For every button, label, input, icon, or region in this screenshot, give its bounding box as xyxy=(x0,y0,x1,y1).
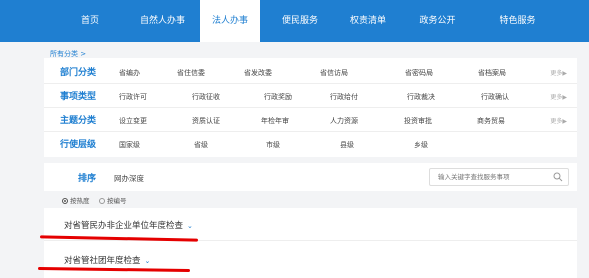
category-item[interactable]: 资质认证 xyxy=(192,116,220,126)
divider xyxy=(44,240,577,241)
more-link[interactable]: 更多▶ xyxy=(550,68,567,77)
nav-government-affairs[interactable]: 政务公开 xyxy=(405,0,470,42)
sort-deep-online[interactable]: 网办深度 xyxy=(114,173,144,184)
radio-label: 按编号 xyxy=(107,197,127,205)
search-icon[interactable] xyxy=(553,172,563,182)
category-item[interactable]: 省信访局 xyxy=(320,68,348,78)
category-item[interactable]: 人力资源 xyxy=(330,116,358,126)
result-title: 对省管民办非企业单位年度检查 xyxy=(64,221,184,231)
radio-label: 按热度 xyxy=(70,197,90,205)
nav-legal-person[interactable]: 法人办事 xyxy=(200,0,260,42)
nav-home[interactable]: 首页 xyxy=(65,0,115,42)
radio-dot-icon xyxy=(99,198,105,204)
chevron-down-icon: ⌄ xyxy=(144,257,151,265)
category-item[interactable]: 行政征收 xyxy=(192,92,220,102)
radio-sort-number[interactable]: 按编号 xyxy=(99,195,127,205)
category-item[interactable]: 设立变更 xyxy=(119,116,147,126)
result-title: 对省管社团年度检查 xyxy=(64,256,141,266)
nav-natural-person[interactable]: 自然人办事 xyxy=(125,0,200,42)
category-item[interactable]: 省编办 xyxy=(119,68,140,78)
divider xyxy=(44,131,577,132)
category-panel: 部门分类 省编办 省住信委 省发改委 省信访局 省密码局 省档案局 更多▶ 事项… xyxy=(44,58,577,157)
top-nav: 首页 自然人办事 法人办事 便民服务 权责清单 政务公开 特色服务 xyxy=(0,0,589,42)
radio-sort-hot[interactable]: 按热度 xyxy=(62,195,90,205)
sort-bar: 排序 网办深度 xyxy=(44,163,577,191)
more-link[interactable]: 更多▶ xyxy=(550,92,567,101)
category-item[interactable]: 省密码局 xyxy=(405,68,433,78)
category-label: 事项类型 xyxy=(59,92,96,102)
more-link[interactable]: 更多▶ xyxy=(550,116,567,125)
category-item[interactable]: 乡级 xyxy=(414,140,428,150)
category-item[interactable]: 行政确认 xyxy=(481,92,509,102)
divider xyxy=(44,107,577,108)
category-item[interactable]: 商务贸易 xyxy=(477,116,505,126)
category-item[interactable]: 省档案局 xyxy=(478,68,506,78)
category-item[interactable]: 投资审批 xyxy=(404,116,432,126)
nav-convenience-service[interactable]: 便民服务 xyxy=(270,0,330,42)
category-label: 主题分类 xyxy=(59,116,96,126)
category-item[interactable]: 市级 xyxy=(266,140,280,150)
divider xyxy=(44,83,577,84)
nav-featured-service[interactable]: 特色服务 xyxy=(485,0,550,42)
sort-label: 排序 xyxy=(77,174,96,184)
result-item[interactable]: 对省管民办非企业单位年度检查 ⌄ xyxy=(64,219,193,231)
result-item[interactable]: 对省管社团年度检查 ⌄ xyxy=(64,254,150,266)
category-item[interactable]: 行政裁决 xyxy=(407,92,435,102)
category-label: 行使层级 xyxy=(59,140,96,150)
category-item[interactable]: 年检年审 xyxy=(261,116,289,126)
category-item[interactable]: 国家级 xyxy=(119,140,140,150)
search-box xyxy=(429,168,569,186)
category-item[interactable]: 省级 xyxy=(194,140,208,150)
category-item[interactable]: 省发改委 xyxy=(244,68,272,78)
category-item[interactable]: 行政奖励 xyxy=(264,92,292,102)
search-input[interactable] xyxy=(430,169,545,185)
category-item[interactable]: 县级 xyxy=(340,140,354,150)
nav-rights-list[interactable]: 权责清单 xyxy=(338,0,398,42)
category-label: 部门分类 xyxy=(59,68,96,78)
chevron-down-icon: ⌄ xyxy=(187,222,193,230)
category-item[interactable]: 省住信委 xyxy=(177,68,205,78)
category-item[interactable]: 行政许可 xyxy=(119,92,147,102)
radio-dot-icon xyxy=(62,198,68,204)
category-item[interactable]: 行政给付 xyxy=(330,92,358,102)
